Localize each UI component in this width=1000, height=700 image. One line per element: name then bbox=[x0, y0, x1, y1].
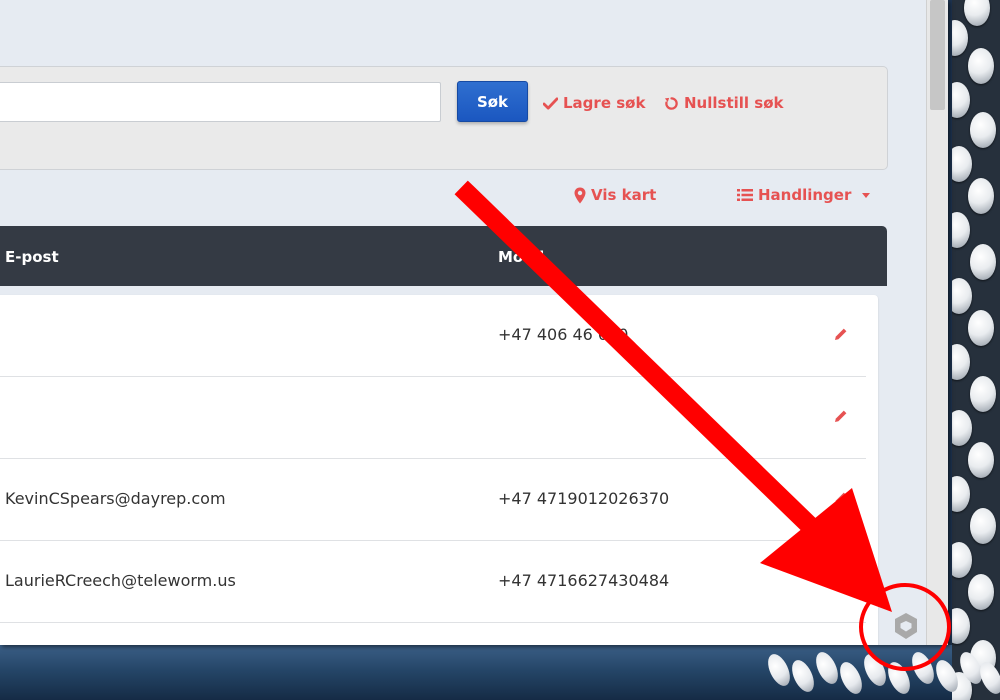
mobile-cell: +47 4719012026370 bbox=[498, 489, 670, 508]
table-row[interactable]: LaurieRCreech@teleworm.us +47 4716627430… bbox=[0, 541, 866, 623]
email-cell: KevinCSpears@dayrep.com bbox=[5, 489, 226, 508]
column-header-mobile[interactable]: Mobil bbox=[498, 248, 544, 266]
table-header: E-post Mobil bbox=[0, 226, 887, 286]
table-row[interactable]: +47 406 46 000 bbox=[0, 295, 866, 377]
save-search-link[interactable]: Lagre søk bbox=[543, 94, 645, 112]
actions-label: Handlinger bbox=[758, 186, 852, 204]
reset-search-link[interactable]: Nullstill søk bbox=[664, 94, 783, 112]
reset-search-label: Nullstill søk bbox=[684, 94, 784, 112]
table-body: +47 406 46 000 KevinCSpears@dayrep.com +… bbox=[0, 295, 878, 645]
map-marker-icon bbox=[574, 187, 586, 203]
email-cell: LaurieRCreech@teleworm.us bbox=[5, 571, 236, 590]
pencil-icon[interactable] bbox=[834, 327, 848, 341]
pencil-icon[interactable] bbox=[834, 409, 848, 423]
scrollbar-thumb[interactable] bbox=[930, 0, 945, 110]
mobile-cell: +47 406 46 000 bbox=[498, 325, 629, 344]
mobile-cell: +47 4716627430484 bbox=[498, 571, 670, 590]
search-input[interactable] bbox=[0, 82, 441, 122]
chevron-down-icon bbox=[862, 192, 871, 198]
pencil-icon[interactable] bbox=[834, 573, 848, 587]
shield-icon[interactable] bbox=[893, 612, 919, 640]
table-row[interactable] bbox=[0, 377, 866, 459]
vertical-scrollbar[interactable] bbox=[926, 0, 948, 645]
search-button[interactable]: Søk bbox=[457, 81, 528, 122]
actions-dropdown[interactable]: Handlinger bbox=[737, 186, 871, 204]
refresh-icon bbox=[664, 96, 678, 110]
desktop-wallpaper-pattern bbox=[952, 0, 1000, 700]
pencil-icon[interactable] bbox=[834, 491, 848, 505]
table-row[interactable]: KevinCSpears@dayrep.com +47 471901202637… bbox=[0, 459, 866, 541]
list-icon bbox=[737, 189, 753, 201]
save-search-label: Lagre søk bbox=[563, 94, 646, 112]
show-map-link[interactable]: Vis kart bbox=[574, 186, 656, 204]
browser-window: Søk Lagre søk Nullstill søk Vis kart Han… bbox=[0, 0, 948, 645]
check-icon bbox=[543, 96, 558, 110]
desktop-wallpaper-bottom bbox=[760, 645, 1000, 700]
show-map-label: Vis kart bbox=[591, 186, 657, 204]
column-header-email[interactable]: E-post bbox=[5, 248, 59, 266]
search-panel: Søk Lagre søk Nullstill søk bbox=[0, 66, 888, 170]
